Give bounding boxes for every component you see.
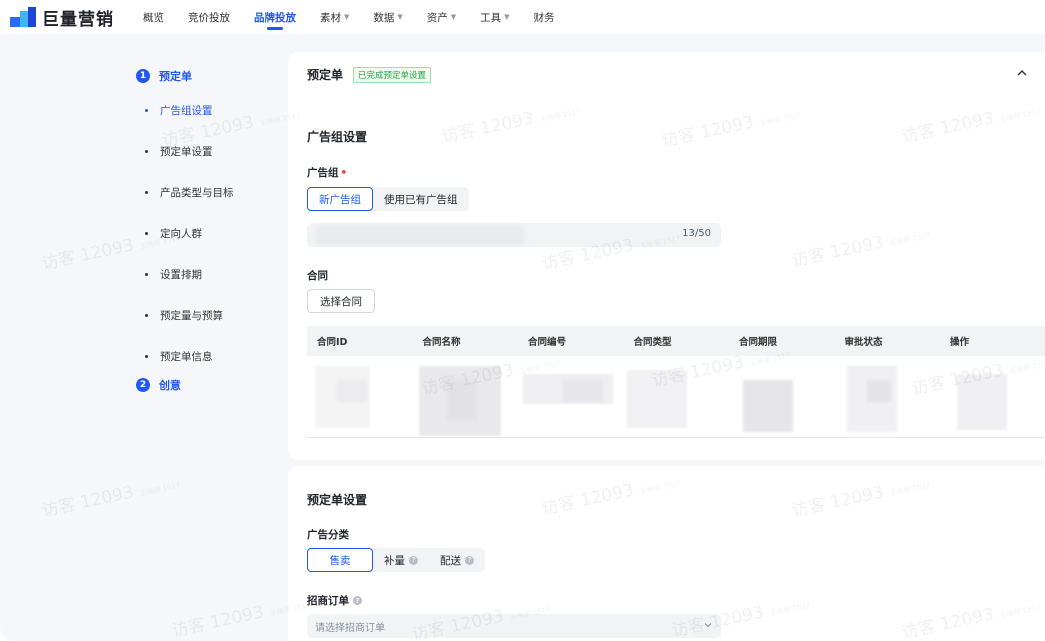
- app-window: 巨量营销 概览 竞价投放 品牌投放 素材 ▼ 数据 ▼ 资产 ▼ 工具 ▼ 财务 1 预…: [0, 0, 1045, 641]
- nav-item-bidding[interactable]: 竞价投放: [176, 0, 242, 34]
- help-icon[interactable]: ?: [353, 596, 362, 605]
- redacted-text: [315, 225, 525, 245]
- category-sale-button[interactable]: 售卖: [307, 548, 373, 572]
- chevron-up-icon[interactable]: [1016, 68, 1028, 78]
- char-counter: 13/50: [682, 228, 711, 239]
- redacted-cell: [563, 380, 603, 402]
- bullet-icon: [145, 191, 148, 194]
- logo-icon: [10, 7, 36, 27]
- contract-label: 合同: [307, 270, 328, 282]
- col-header: 合同期限: [739, 337, 778, 348]
- redacted-cell: [867, 380, 891, 402]
- ad-group-name-input[interactable]: 13/50: [307, 223, 721, 247]
- redacted-cell: [447, 380, 477, 420]
- col-header: 操作: [950, 337, 970, 348]
- nav-item-tools[interactable]: 工具 ▼: [468, 0, 521, 34]
- step-item-product-type[interactable]: 产品类型与目标: [136, 172, 266, 213]
- step-title: 预定单: [159, 70, 192, 83]
- top-navbar: 巨量营销 概览 竞价投放 品牌投放 素材 ▼ 数据 ▼ 资产 ▼ 工具 ▼ 财务: [0, 0, 1045, 34]
- nav-item-finance[interactable]: 财务: [522, 0, 567, 34]
- help-icon[interactable]: ?: [465, 555, 474, 565]
- chevron-down-icon: ▼: [397, 13, 403, 21]
- step-item-order-settings[interactable]: 预定单设置: [136, 131, 266, 172]
- new-ad-group-button[interactable]: 新广告组: [307, 187, 373, 211]
- nav-item-data[interactable]: 数据 ▼: [361, 0, 414, 34]
- card-title: 预定单: [307, 68, 344, 82]
- category-segmented: 售卖 补量? 配送?: [307, 548, 485, 572]
- step-number: 1: [136, 69, 150, 83]
- bullet-icon: [145, 150, 148, 153]
- existing-ad-group-button[interactable]: 使用已有广告组: [373, 187, 469, 211]
- chevron-down-icon: ▼: [344, 13, 350, 21]
- redacted-cell: [743, 380, 793, 432]
- table-header: 合同ID 合同名称 合同编号 合同类型 合同期限 审批状态 操作: [307, 326, 1045, 356]
- ad-group-segmented: 新广告组 使用已有广告组: [307, 187, 469, 211]
- watermark: 访客 12093王晓丽 1517: [39, 481, 181, 522]
- chevron-down-icon: ▼: [504, 13, 510, 21]
- step-2-header[interactable]: 2 创意: [136, 371, 266, 399]
- step-item-schedule[interactable]: 设置排期: [136, 254, 266, 295]
- step-title: 创意: [159, 379, 181, 392]
- chevron-down-icon: ▼: [450, 13, 457, 21]
- contract-table: 合同ID 合同名称 合同编号 合同类型 合同期限 审批状态 操作: [307, 326, 1045, 438]
- step-1-header[interactable]: 1 预定单: [136, 62, 266, 90]
- step-item-budget[interactable]: 预定量与预算: [136, 295, 266, 336]
- select-contract-button[interactable]: 选择合同: [307, 289, 375, 313]
- bullet-icon: [145, 314, 148, 317]
- section-title: 广告组设置: [307, 130, 368, 144]
- category-supplement-button[interactable]: 补量?: [373, 548, 429, 572]
- table-row[interactable]: [307, 356, 1045, 438]
- order-card: 预定单 已完成预定单设置 广告组设置 广告组 • 新广告组 使用已有广告组 13/…: [288, 52, 1045, 460]
- nav-item-brand[interactable]: 品牌投放: [242, 0, 308, 34]
- bullet-icon: [145, 109, 148, 112]
- main-nav: 概览 竞价投放 品牌投放 素材 ▼ 数据 ▼ 资产 ▼ 工具 ▼ 财务: [131, 0, 567, 34]
- col-header: 合同名称: [422, 337, 461, 348]
- category-label: 广告分类: [307, 529, 349, 541]
- order-settings-card: 预定单设置 广告分类 售卖 补量? 配送? 招商订单? 请选择招商订单: [288, 466, 1045, 641]
- logo[interactable]: 巨量营销: [10, 5, 114, 30]
- redacted-cell: [627, 370, 687, 428]
- redacted-cell: [337, 380, 367, 402]
- step-navigator: 1 预定单 广告组设置 预定单设置 产品类型与目标 定向人群 设置排期 预定量与…: [136, 62, 266, 399]
- ad-group-label: 广告组 •: [307, 166, 348, 180]
- select-placeholder: 请选择招商订单: [315, 622, 385, 634]
- col-header: 合同ID: [317, 337, 348, 348]
- required-mark: •: [340, 166, 348, 179]
- nav-item-assets[interactable]: 资产 ▼: [415, 0, 468, 34]
- help-icon[interactable]: ?: [409, 555, 418, 565]
- step-number: 2: [136, 378, 150, 392]
- step-item-ad-group[interactable]: 广告组设置: [136, 90, 266, 131]
- merchant-order-label: 招商订单?: [307, 593, 362, 608]
- chevron-down-icon: [704, 623, 712, 628]
- logo-text: 巨量营销: [42, 9, 114, 30]
- merchant-order-select[interactable]: 请选择招商订单: [307, 614, 721, 638]
- category-delivery-button[interactable]: 配送?: [429, 548, 485, 572]
- bullet-icon: [145, 355, 148, 358]
- nav-item-material[interactable]: 素材 ▼: [308, 0, 361, 34]
- col-header: 合同类型: [633, 337, 672, 348]
- redacted-cell: [957, 374, 1007, 430]
- status-badge: 已完成预定单设置: [353, 66, 432, 83]
- bullet-icon: [145, 232, 148, 235]
- col-header: 审批状态: [844, 337, 883, 348]
- section-title: 预定单设置: [307, 493, 368, 507]
- col-header: 合同编号: [528, 337, 567, 348]
- card-header: 预定单 已完成预定单设置: [307, 66, 432, 83]
- step-item-targeting[interactable]: 定向人群: [136, 213, 266, 254]
- bullet-icon: [145, 273, 148, 276]
- nav-item-overview[interactable]: 概览: [131, 0, 176, 34]
